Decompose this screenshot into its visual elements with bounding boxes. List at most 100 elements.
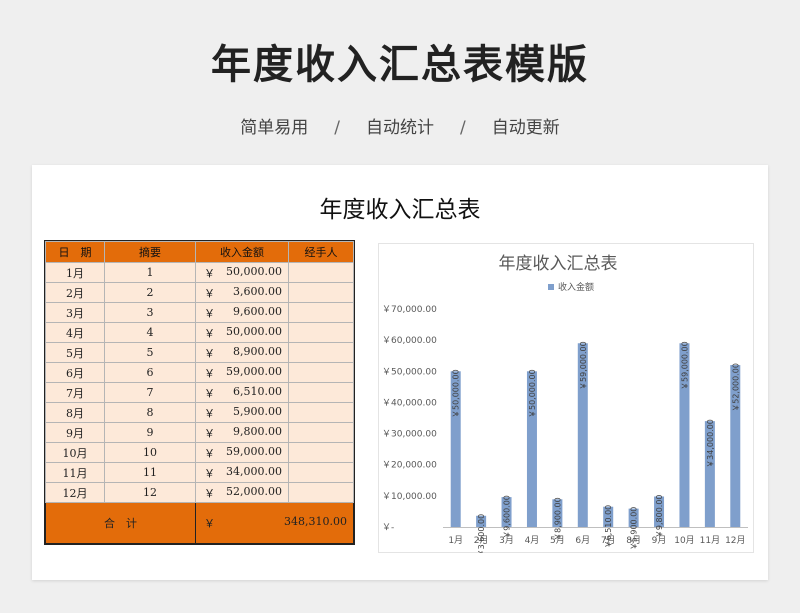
cell-summary[interactable]: 1	[104, 262, 196, 283]
header-amount[interactable]: 收入金额	[195, 241, 289, 263]
total-label[interactable]: 合 计	[45, 502, 196, 544]
total-row: 合 计 ￥ 348,310.00	[45, 502, 354, 544]
currency-symbol: ￥	[204, 486, 215, 500]
currency-symbol: ￥	[204, 346, 215, 360]
cell-date[interactable]: 4月	[45, 322, 105, 343]
cell-amount[interactable]: ￥ 8,900.00	[195, 342, 289, 363]
cell-summary[interactable]: 12	[104, 482, 196, 503]
income-bar-chart[interactable]: 年度收入汇总表 收入金额 ￥- ￥10,000.00 ￥20,000.00 ￥30,0…	[378, 243, 754, 553]
cell-summary[interactable]: 5	[104, 342, 196, 363]
cell-handler[interactable]	[288, 302, 354, 323]
cell-date[interactable]: 7月	[45, 382, 105, 403]
cell-summary[interactable]: 11	[104, 462, 196, 483]
cell-amount[interactable]: ￥ 6,510.00	[195, 382, 289, 403]
amount-value: 50,000.00	[226, 324, 282, 338]
data-label: ￥8,900.00	[553, 497, 562, 541]
legend-swatch	[548, 284, 554, 290]
table-row: 3月 3 ￥ 9,600.00	[45, 302, 354, 323]
legend-label: 收入金额	[558, 281, 594, 293]
cell-handler[interactable]	[288, 322, 354, 343]
cell-date[interactable]: 12月	[45, 482, 105, 503]
data-label: ￥6,510.00	[604, 505, 613, 549]
total-amount: 348,310.00	[284, 515, 347, 528]
cell-handler[interactable]	[288, 442, 354, 463]
tag-auto-stats: 自动统计	[366, 118, 434, 138]
cell-handler[interactable]	[288, 262, 354, 283]
separator: /	[334, 118, 340, 138]
cell-handler[interactable]	[288, 362, 354, 383]
data-label: ￥52,000.00	[731, 363, 740, 412]
tag-auto-update: 自动更新	[491, 118, 560, 138]
cell-amount[interactable]: ￥ 3,600.00	[195, 282, 289, 303]
y-tick-label: ￥50,000.00	[382, 367, 437, 377]
cell-handler[interactable]	[288, 462, 354, 483]
currency-symbol: ￥	[204, 326, 215, 340]
cell-date[interactable]: 2月	[45, 282, 105, 303]
header-handler[interactable]: 经手人	[288, 241, 354, 263]
cell-date[interactable]: 8月	[45, 402, 105, 423]
table-row: 12月 12 ￥ 52,000.00	[45, 482, 354, 503]
amount-value: 6,510.00	[233, 384, 282, 398]
amount-value: 9,600.00	[233, 304, 282, 318]
cell-amount[interactable]: ￥ 59,000.00	[195, 442, 289, 463]
cell-handler[interactable]	[288, 382, 354, 403]
table-row: 2月 2 ￥ 3,600.00	[45, 282, 354, 303]
tag-easy: 简单易用	[240, 118, 309, 138]
table-header-row: 日 期 摘要 收入金额 经手人	[45, 241, 354, 263]
data-label: ￥9,800.00	[655, 494, 664, 538]
cell-date[interactable]: 9月	[45, 422, 105, 443]
cell-summary[interactable]: 10	[104, 442, 196, 463]
cell-handler[interactable]	[288, 422, 354, 443]
cell-amount[interactable]: ￥ 50,000.00	[195, 322, 289, 343]
chart-title: 年度收入汇总表	[499, 254, 618, 274]
cell-date[interactable]: 3月	[45, 302, 105, 323]
cell-date[interactable]: 6月	[45, 362, 105, 383]
amount-value: 50,000.00	[226, 264, 282, 278]
cell-amount[interactable]: ￥ 59,000.00	[195, 362, 289, 383]
total-amount-cell[interactable]: ￥ 348,310.00	[195, 502, 354, 544]
header-date[interactable]: 日 期	[45, 241, 105, 263]
currency-symbol: ￥	[204, 446, 215, 460]
cell-amount[interactable]: ￥ 9,600.00	[195, 302, 289, 323]
cell-date[interactable]: 10月	[45, 442, 105, 463]
cell-date[interactable]: 5月	[45, 342, 105, 363]
amount-value: 34,000.00	[226, 464, 282, 478]
cell-handler[interactable]	[288, 342, 354, 363]
data-label: ￥59,000.00	[579, 341, 588, 390]
cell-summary[interactable]: 2	[104, 282, 196, 303]
cell-amount[interactable]: ￥ 50,000.00	[195, 262, 289, 283]
currency-symbol: ￥	[204, 386, 215, 400]
cell-date[interactable]: 1月	[45, 262, 105, 283]
header-summary[interactable]: 摘要	[104, 241, 196, 263]
cell-summary[interactable]: 9	[104, 422, 196, 443]
cell-amount[interactable]: ￥ 9,800.00	[195, 422, 289, 443]
page-title: 年度收入汇总表模版	[211, 42, 589, 88]
y-tick-label: ￥30,000.00	[382, 430, 437, 440]
cell-amount[interactable]: ￥ 52,000.00	[195, 482, 289, 503]
cell-handler[interactable]	[288, 402, 354, 423]
currency-symbol: ￥	[204, 266, 215, 280]
table-row: 5月 5 ￥ 8,900.00	[45, 342, 354, 363]
amount-value: 52,000.00	[226, 484, 282, 498]
table-row: 10月 10 ￥ 59,000.00	[45, 442, 354, 463]
currency-symbol: ￥	[204, 517, 215, 530]
spreadsheet-card: 年度收入汇总表 日 期 摘要 收入金额 经手人 1月 1 ￥ 50,000.00 2月 2…	[32, 165, 768, 580]
x-tick-label: 10月	[674, 535, 694, 546]
cell-date[interactable]: 11月	[45, 462, 105, 483]
table-row: 4月 4 ￥ 50,000.00	[45, 322, 354, 343]
table-row: 7月 7 ￥ 6,510.00	[45, 382, 354, 403]
table-row: 11月 11 ￥ 34,000.00	[45, 462, 354, 483]
table-row: 8月 8 ￥ 5,900.00	[45, 402, 354, 423]
table-row: 6月 6 ￥ 59,000.00	[45, 362, 354, 383]
x-tick-label: 6月	[575, 535, 590, 546]
cell-summary[interactable]: 7	[104, 382, 196, 403]
cell-amount[interactable]: ￥ 34,000.00	[195, 462, 289, 483]
cell-summary[interactable]: 3	[104, 302, 196, 323]
cell-summary[interactable]: 6	[104, 362, 196, 383]
cell-handler[interactable]	[288, 482, 354, 503]
y-tick-label: ￥-	[382, 523, 394, 533]
cell-summary[interactable]: 8	[104, 402, 196, 423]
cell-summary[interactable]: 4	[104, 322, 196, 343]
cell-handler[interactable]	[288, 282, 354, 303]
cell-amount[interactable]: ￥ 5,900.00	[195, 402, 289, 423]
